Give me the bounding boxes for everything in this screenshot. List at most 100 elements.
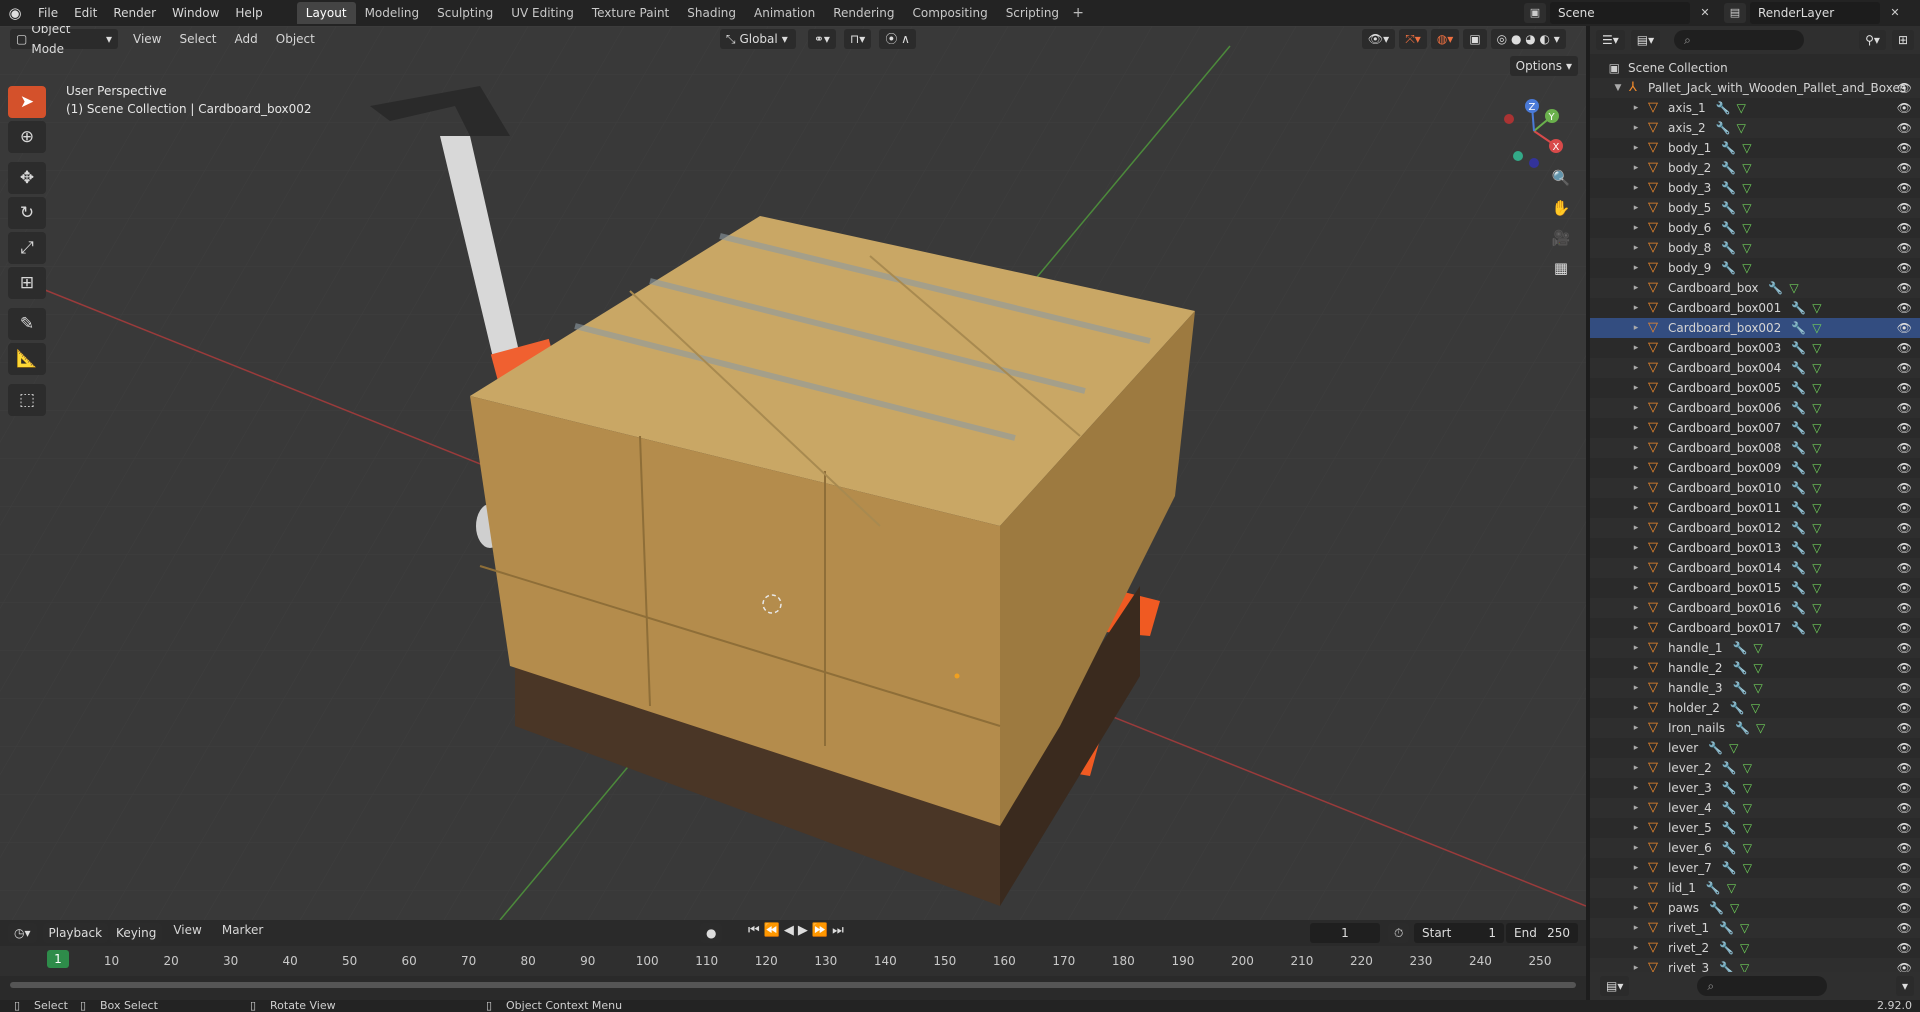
wrench-icon[interactable]: 🔧	[1721, 161, 1736, 175]
play-reverse-icon[interactable]: ◀	[784, 923, 794, 938]
eye-icon[interactable]: 👁	[1897, 161, 1912, 175]
eye-icon[interactable]: 👁	[1897, 741, 1912, 755]
expand-arrow-icon[interactable]: ▸	[1630, 943, 1642, 953]
eye-icon[interactable]: 👁	[1897, 141, 1912, 155]
mesh-data-icon[interactable]: ▽	[1812, 581, 1821, 595]
outliner-item[interactable]: ▸ ▽ Cardboard_box003 🔧 ▽ 👁	[1590, 338, 1920, 358]
wrench-icon[interactable]: 🔧	[1716, 121, 1731, 135]
outliner-item[interactable]: ▸ ▽ holder_2 🔧 ▽ 👁	[1590, 698, 1920, 718]
tab-uv-editing[interactable]: UV Editing	[502, 2, 583, 24]
transform-orientation-selector[interactable]: ⤡ Global ▾	[719, 29, 796, 49]
mesh-data-icon[interactable]: ▽	[1742, 241, 1751, 255]
pan-view-button[interactable]: ✋	[1547, 194, 1575, 222]
snap-button[interactable]: ⊓▾	[843, 29, 872, 49]
tab-rendering[interactable]: Rendering	[824, 2, 903, 24]
outliner-item[interactable]: ▸ ▽ Cardboard_box013 🔧 ▽ 👁	[1590, 538, 1920, 558]
expand-arrow-icon[interactable]: ▸	[1630, 503, 1642, 513]
eye-icon[interactable]: 👁	[1897, 501, 1912, 515]
eye-icon[interactable]: 👁	[1897, 421, 1912, 435]
wrench-icon[interactable]: 🔧	[1721, 141, 1736, 155]
expand-arrow-icon[interactable]: ▸	[1630, 623, 1642, 633]
mesh-data-icon[interactable]: ▽	[1742, 221, 1751, 235]
eye-icon[interactable]: 👁	[1897, 341, 1912, 355]
eye-icon[interactable]: 👁	[1897, 641, 1912, 655]
wrench-icon[interactable]: 🔧	[1709, 901, 1724, 915]
expand-arrow-icon[interactable]: ▸	[1630, 703, 1642, 713]
expand-arrow-icon[interactable]: ▸	[1630, 663, 1642, 673]
mesh-data-icon[interactable]: ▽	[1743, 801, 1752, 815]
expand-arrow-icon[interactable]: ▸	[1630, 843, 1642, 853]
wrench-icon[interactable]: 🔧	[1721, 181, 1736, 195]
wrench-icon[interactable]: 🔧	[1791, 521, 1806, 535]
mesh-data-icon[interactable]: ▽	[1737, 121, 1746, 135]
mesh-data-icon[interactable]: ▽	[1754, 641, 1763, 655]
expand-arrow-icon[interactable]: ▸	[1630, 123, 1642, 133]
record-button[interactable]: ●	[700, 923, 723, 943]
outliner-item[interactable]: ▸ ▽ lever_3 🔧 ▽ 👁	[1590, 778, 1920, 798]
outliner-item[interactable]: ▸ ▽ lid_1 🔧 ▽ 👁	[1590, 878, 1920, 898]
expand-arrow-icon[interactable]: ▸	[1630, 183, 1642, 193]
outliner-item[interactable]: ▸ ▽ Iron_nails 🔧 ▽ 👁	[1590, 718, 1920, 738]
outliner-item[interactable]: ▸ ▽ Cardboard_box006 🔧 ▽ 👁	[1590, 398, 1920, 418]
current-frame-field[interactable]: 1	[1310, 923, 1380, 943]
wrench-icon[interactable]: 🔧	[1791, 441, 1806, 455]
eye-icon[interactable]: 👁	[1897, 561, 1912, 575]
expand-arrow-icon[interactable]: ▸	[1630, 463, 1642, 473]
overlay-toggle-button[interactable]: ◍▾	[1430, 29, 1460, 49]
pivot-point-button[interactable]: ⚭▾	[807, 29, 836, 49]
tab-scripting[interactable]: Scripting	[997, 2, 1068, 24]
expand-arrow-icon[interactable]: ▼	[1612, 83, 1624, 93]
eye-icon[interactable]: 👁	[1897, 241, 1912, 255]
menu-file[interactable]: File	[30, 0, 66, 26]
mesh-data-icon[interactable]: ▽	[1751, 701, 1760, 715]
mesh-data-icon[interactable]: ▽	[1812, 561, 1821, 575]
expand-arrow-icon[interactable]: ▸	[1630, 723, 1642, 733]
expand-arrow-icon[interactable]: ▸	[1630, 303, 1642, 313]
eye-icon[interactable]: 👁	[1897, 521, 1912, 535]
expand-arrow-icon[interactable]: ▸	[1630, 103, 1642, 113]
mesh-data-icon[interactable]: ▽	[1743, 821, 1752, 835]
wrench-icon[interactable]: 🔧	[1722, 761, 1737, 775]
wrench-icon[interactable]: 🔧	[1791, 581, 1806, 595]
play-icon[interactable]: ▶	[798, 923, 808, 938]
tab-modeling[interactable]: Modeling	[356, 2, 429, 24]
expand-arrow-icon[interactable]: ▸	[1630, 923, 1642, 933]
properties-editor-type-button[interactable]: ▤▾	[1600, 976, 1630, 996]
eye-icon[interactable]: 👁	[1897, 821, 1912, 835]
eye-icon[interactable]: 👁	[1897, 301, 1912, 315]
expand-arrow-icon[interactable]: ▸	[1630, 563, 1642, 573]
eye-icon[interactable]: 👁	[1897, 601, 1912, 615]
outliner-item[interactable]: ▸ ▽ Cardboard_box012 🔧 ▽ 👁	[1590, 518, 1920, 538]
outliner-item[interactable]: ▸ ▽ axis_2 🔧 ▽ 👁	[1590, 118, 1920, 138]
eye-icon[interactable]: 👁	[1897, 81, 1912, 95]
zoom-view-button[interactable]: 🔍	[1547, 164, 1575, 192]
eye-icon[interactable]: 👁	[1897, 841, 1912, 855]
eye-icon[interactable]: 👁	[1897, 881, 1912, 895]
wrench-icon[interactable]: 🔧	[1791, 301, 1806, 315]
mesh-data-icon[interactable]: ▽	[1812, 321, 1821, 335]
wrench-icon[interactable]: 🔧	[1791, 461, 1806, 475]
wrench-icon[interactable]: 🔧	[1791, 541, 1806, 555]
outliner-item[interactable]: ▸ ▽ body_6 🔧 ▽ 👁	[1590, 218, 1920, 238]
eye-icon[interactable]: 👁	[1897, 661, 1912, 675]
next-keyframe-icon[interactable]: ⏩	[812, 923, 828, 938]
mesh-data-icon[interactable]: ▽	[1812, 481, 1821, 495]
mesh-data-icon[interactable]: ▽	[1812, 381, 1821, 395]
outliner-item[interactable]: ▸ ▽ lever_5 🔧 ▽ 👁	[1590, 818, 1920, 838]
mesh-data-icon[interactable]: ▽	[1812, 541, 1821, 555]
expand-arrow-icon[interactable]: ▸	[1630, 163, 1642, 173]
blender-logo-icon[interactable]: ◉	[0, 0, 30, 26]
expand-arrow-icon[interactable]: ▸	[1630, 323, 1642, 333]
mesh-data-icon[interactable]: ▽	[1812, 601, 1821, 615]
select-box-tool[interactable]: ➤	[8, 86, 46, 118]
rotate-tool[interactable]: ↻	[8, 197, 46, 229]
expand-arrow-icon[interactable]: ▸	[1630, 523, 1642, 533]
tab-sculpting[interactable]: Sculpting	[428, 2, 502, 24]
outliner-item[interactable]: ▸ ▽ Cardboard_box005 🔧 ▽ 👁	[1590, 378, 1920, 398]
mesh-data-icon[interactable]: ▽	[1742, 161, 1751, 175]
camera-view-button[interactable]: 🎥	[1547, 224, 1575, 252]
expand-arrow-icon[interactable]: ▸	[1630, 783, 1642, 793]
eye-icon[interactable]: 👁	[1897, 441, 1912, 455]
wrench-icon[interactable]: 🔧	[1722, 781, 1737, 795]
wrench-icon[interactable]: 🔧	[1722, 821, 1737, 835]
